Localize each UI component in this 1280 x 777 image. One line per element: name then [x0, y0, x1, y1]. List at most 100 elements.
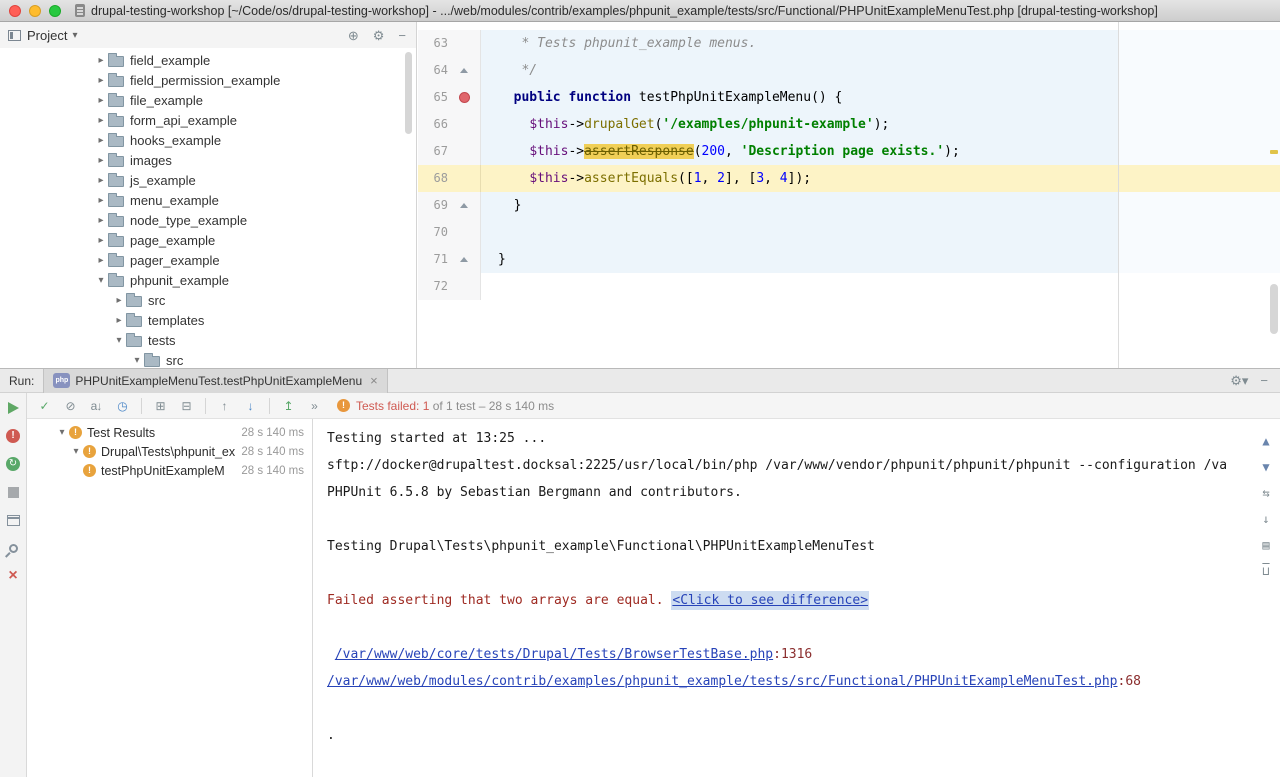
test-tree-item[interactable]: ▾!Drupal\Tests\phpunit_ex28 s 140 ms	[27, 442, 312, 461]
project-tree-item[interactable]: ▾tests	[0, 330, 416, 350]
project-tree-item[interactable]: ▸pager_example	[0, 250, 416, 270]
editor-line[interactable]: 68 $this->assertEquals([1, 2], [3, 4]);	[418, 165, 1280, 192]
chevron-right-icon[interactable]: ▸	[94, 155, 108, 166]
test-failed-icon: !	[83, 464, 96, 477]
editor-line[interactable]: 64 */	[418, 57, 1280, 84]
clear-all-icon[interactable]: ⊔	[1256, 561, 1276, 581]
project-tree-item[interactable]: ▸images	[0, 150, 416, 170]
warning-stripe-mark[interactable]	[1270, 150, 1278, 154]
previous-failed-test-icon[interactable]: ↑	[215, 397, 233, 415]
rerun-failed-tests-icon[interactable]: !	[0, 423, 26, 449]
project-tree-item[interactable]: ▸field_permission_example	[0, 70, 416, 90]
chevron-right-icon[interactable]: ▸	[94, 135, 108, 146]
editor-line[interactable]: 72	[418, 273, 1280, 300]
fold-marker-icon[interactable]	[448, 57, 480, 84]
editor-line[interactable]: 69 }	[418, 192, 1280, 219]
sort-alphabetically-icon[interactable]: a↓	[87, 397, 105, 415]
project-tree-item[interactable]: ▸js_example	[0, 170, 416, 190]
editor-line[interactable]: 70	[418, 219, 1280, 246]
chevron-right-icon[interactable]: ▸	[94, 95, 108, 106]
chevron-down-icon[interactable]: ▾	[94, 275, 108, 286]
rerun-icon[interactable]	[0, 395, 26, 421]
chevron-down-icon[interactable]: ▾	[72, 30, 77, 41]
soft-wrap-icon[interactable]: ⇆	[1256, 483, 1276, 503]
scrollbar-thumb[interactable]	[1270, 284, 1278, 334]
close-icon[interactable]: ×	[0, 563, 26, 589]
pin-tab-icon[interactable]	[0, 535, 26, 561]
show-passed-icon[interactable]: ✓	[35, 397, 53, 415]
hide-panel-icon[interactable]: −	[1260, 374, 1268, 387]
print-icon[interactable]: ▤	[1256, 535, 1276, 555]
project-panel-title[interactable]: Project	[27, 28, 67, 43]
folder-icon	[126, 336, 142, 347]
expand-all-icon[interactable]: ⊞	[151, 397, 169, 415]
project-tree-item[interactable]: ▸hooks_example	[0, 130, 416, 150]
editor-line[interactable]: 65 public function testPhpUnitExampleMen…	[418, 84, 1280, 111]
chevron-right-icon[interactable]: ▸	[94, 115, 108, 126]
project-tree-item[interactable]: ▸src	[0, 290, 416, 310]
fold-marker-icon[interactable]	[448, 246, 480, 273]
down-stack-trace-icon[interactable]: ▼	[1256, 457, 1276, 477]
chevron-right-icon[interactable]: ▸	[94, 175, 108, 186]
file-link[interactable]: /var/www/web/modules/contrib/examples/ph…	[327, 674, 1118, 689]
fold-marker-icon[interactable]	[448, 192, 480, 219]
run-console[interactable]: Testing started at 13:25 ...sftp://docke…	[313, 419, 1280, 777]
view-diff-link[interactable]: <Click to see difference>	[671, 591, 869, 610]
chevron-right-icon[interactable]: ▸	[94, 55, 108, 66]
more-options-icon[interactable]: »	[305, 397, 323, 415]
chevron-down-icon[interactable]: ▾	[112, 335, 126, 346]
scroll-to-end-icon[interactable]: ↓	[1256, 509, 1276, 529]
zoom-window-button[interactable]	[49, 5, 61, 17]
editor-line[interactable]: 71}	[418, 246, 1280, 273]
restore-layout-icon[interactable]	[0, 507, 26, 533]
project-tree-item[interactable]: ▸page_example	[0, 230, 416, 250]
import-test-results-icon[interactable]: ↥	[279, 397, 297, 415]
code-editor[interactable]: 63 * Tests phpunit_example menus.64 */65…	[418, 22, 1280, 368]
chevron-right-icon[interactable]: ▸	[94, 215, 108, 226]
settings-gear-icon[interactable]: ⚙	[373, 29, 385, 42]
close-window-button[interactable]	[9, 5, 21, 17]
chevron-down-icon[interactable]: ▾	[69, 446, 83, 457]
collapse-all-icon[interactable]: ⊟	[177, 397, 195, 415]
test-tree-item[interactable]: !testPhpUnitExampleM28 s 140 ms	[27, 461, 312, 480]
run-tab[interactable]: php PHPUnitExampleMenuTest.testPhpUnitEx…	[43, 369, 387, 393]
next-failed-test-icon[interactable]: ↓	[241, 397, 259, 415]
chevron-right-icon[interactable]: ▸	[94, 235, 108, 246]
chevron-right-icon[interactable]: ▸	[112, 295, 126, 306]
chevron-right-icon[interactable]: ▸	[112, 315, 126, 326]
toggle-auto-test-icon[interactable]: ↻	[0, 451, 26, 477]
folder-icon	[108, 116, 124, 127]
test-tree-item[interactable]: ▾!Test Results28 s 140 ms	[27, 423, 312, 442]
sort-by-duration-icon[interactable]: ◷	[113, 397, 131, 415]
chevron-right-icon[interactable]: ▸	[94, 75, 108, 86]
project-tree-item[interactable]: ▸field_example	[0, 50, 416, 70]
code-text	[481, 219, 1280, 246]
editor-line[interactable]: 63 * Tests phpunit_example menus.	[418, 30, 1280, 57]
chevron-down-icon[interactable]: ▾	[55, 427, 69, 438]
test-name: Test Results	[87, 426, 155, 440]
close-tab-icon[interactable]: ×	[370, 373, 378, 388]
settings-gear-icon[interactable]: ⚙▾	[1230, 374, 1248, 387]
editor-line[interactable]: 67 $this->assertResponse(200, 'Descripti…	[418, 138, 1280, 165]
chevron-down-icon[interactable]: ▾	[130, 355, 144, 366]
up-stack-trace-icon[interactable]: ▲	[1256, 431, 1276, 451]
project-tree-item[interactable]: ▾src	[0, 350, 416, 368]
show-ignored-icon[interactable]: ⊘	[61, 397, 79, 415]
hide-panel-icon[interactable]: −	[398, 29, 406, 42]
test-failed-icon: !	[83, 445, 96, 458]
chevron-right-icon[interactable]: ▸	[94, 195, 108, 206]
project-tree-item[interactable]: ▸node_type_example	[0, 210, 416, 230]
project-tree-item[interactable]: ▸form_api_example	[0, 110, 416, 130]
stop-icon[interactable]	[0, 479, 26, 505]
chevron-right-icon[interactable]: ▸	[94, 255, 108, 266]
project-tree-item[interactable]: ▸file_example	[0, 90, 416, 110]
scrollbar-thumb[interactable]	[405, 52, 412, 134]
file-link[interactable]: /var/www/web/core/tests/Drupal/Tests/Bro…	[335, 647, 773, 662]
minimize-window-button[interactable]	[29, 5, 41, 17]
project-tree-item[interactable]: ▾phpunit_example	[0, 270, 416, 290]
editor-line[interactable]: 66 $this->drupalGet('/examples/phpunit-e…	[418, 111, 1280, 138]
project-tree-item[interactable]: ▸templates	[0, 310, 416, 330]
locate-file-icon[interactable]: ⊕	[348, 29, 359, 42]
test-failed-gutter-icon[interactable]	[448, 84, 480, 111]
project-tree-item[interactable]: ▸menu_example	[0, 190, 416, 210]
